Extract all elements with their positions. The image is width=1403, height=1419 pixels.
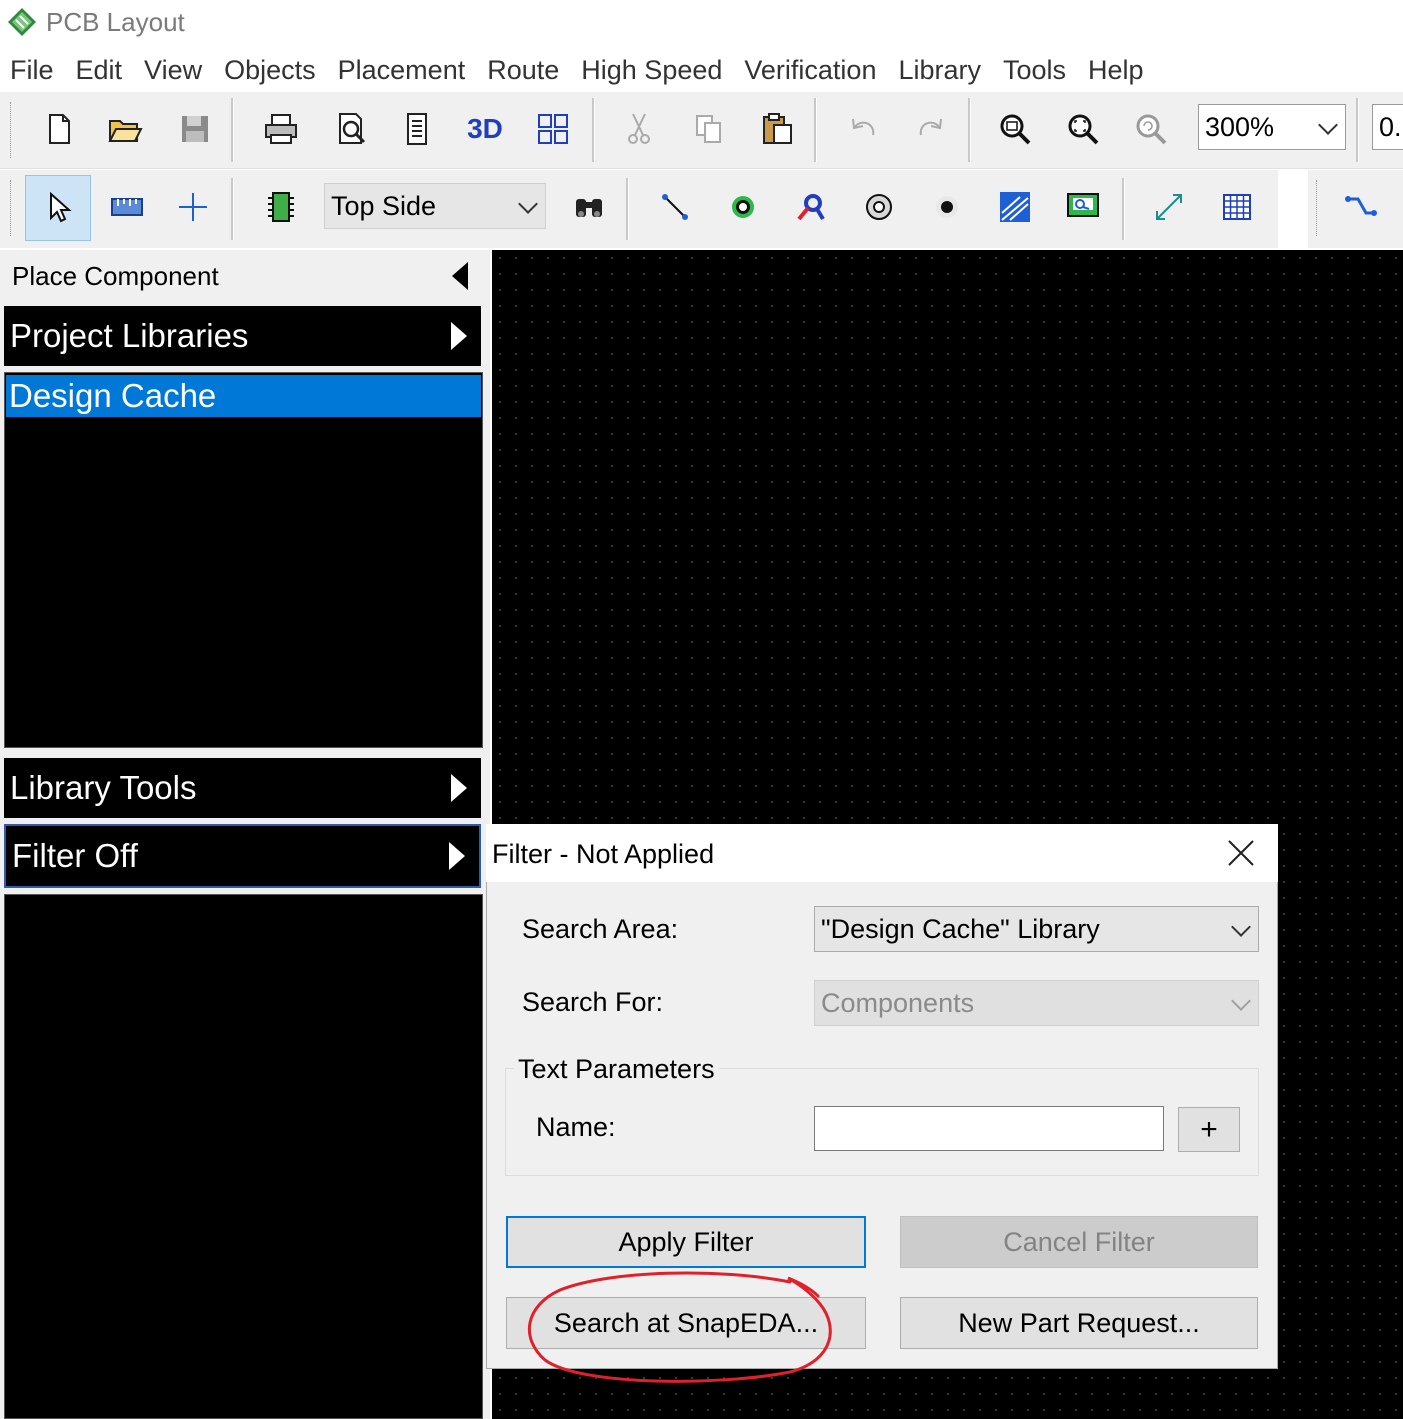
binoculars-icon[interactable] [564, 182, 614, 232]
expand-arrow-icon [451, 774, 467, 802]
coordinate-input[interactable]: 0. [1372, 104, 1403, 150]
expand-arrow-icon [449, 842, 465, 870]
search-area-label: Search Area: [522, 914, 679, 944]
expand-arrow-icon [451, 322, 467, 350]
component-list[interactable] [4, 894, 483, 1419]
coordinate-value: 0. [1379, 111, 1402, 142]
3d-label: 3D [467, 113, 503, 144]
window-title: PCB Layout [46, 7, 185, 37]
zoom-previous-icon[interactable] [1126, 104, 1176, 154]
dialog-title: Filter - Not Applied [492, 839, 715, 869]
library-tools-section[interactable]: Library Tools [4, 758, 481, 818]
menu-bar: File Edit View Objects Placement Route H… [0, 50, 1155, 90]
side-select[interactable]: Top Side [324, 183, 546, 229]
chevron-down-icon [1231, 917, 1251, 937]
toolbar-grip[interactable] [10, 180, 13, 236]
report-icon[interactable] [392, 104, 442, 154]
layout-grid-icon[interactable] [528, 104, 578, 154]
select-arrow-icon[interactable] [25, 175, 91, 241]
apply-filter-label: Apply Filter [618, 1226, 754, 1257]
filled-dot-icon[interactable] [922, 182, 972, 232]
menu-objects[interactable]: Objects [213, 50, 327, 90]
search-area-value: "Design Cache" Library [821, 913, 1100, 944]
zoom-level-value: 300% [1205, 111, 1275, 142]
menu-route[interactable]: Route [476, 50, 570, 90]
paste-icon[interactable] [752, 104, 802, 154]
cancel-filter-label: Cancel Filter [1003, 1226, 1155, 1257]
trace-icon[interactable] [650, 182, 700, 232]
save-icon[interactable] [170, 104, 220, 154]
table-grid-icon[interactable] [1212, 182, 1262, 232]
ring-icon[interactable] [854, 182, 904, 232]
menu-library[interactable]: Library [887, 50, 992, 90]
print-icon[interactable] [256, 104, 306, 154]
open-folder-icon[interactable] [100, 104, 150, 154]
text-parameters-label: Text Parameters [514, 1052, 719, 1086]
menu-high-speed[interactable]: High Speed [570, 50, 733, 90]
copper-pour-icon[interactable] [990, 182, 1040, 232]
copy-icon[interactable] [684, 104, 734, 154]
name-label: Name: [536, 1112, 616, 1142]
search-area-select[interactable]: "Design Cache" Library [814, 906, 1259, 952]
chevron-down-icon [1231, 991, 1251, 1011]
collapse-panel-icon[interactable] [452, 262, 468, 290]
component-chip-icon[interactable] [256, 182, 306, 232]
close-icon[interactable] [1222, 834, 1260, 872]
dimension-icon[interactable] [1144, 182, 1194, 232]
print-preview-icon[interactable] [326, 104, 376, 154]
name-input[interactable] [814, 1106, 1164, 1151]
main-toolbar: 3D 300% 0. [0, 92, 1403, 169]
zoom-level-select[interactable]: 300% [1198, 104, 1346, 150]
toolbar-grip[interactable] [1316, 180, 1319, 236]
cancel-filter-button: Cancel Filter [900, 1216, 1258, 1268]
zoom-in-icon[interactable] [990, 104, 1040, 154]
via-search-icon[interactable] [786, 182, 836, 232]
menu-edit[interactable]: Edit [65, 50, 134, 90]
filter-status-label: Filter Off [12, 837, 138, 874]
library-tools-label: Library Tools [10, 769, 197, 806]
chevron-down-icon [1318, 115, 1338, 135]
new-part-request-button[interactable]: New Part Request... [900, 1297, 1258, 1349]
toolbar-grip[interactable] [10, 102, 13, 158]
menu-verification[interactable]: Verification [733, 50, 887, 90]
library-list[interactable] [4, 372, 483, 748]
measure-ruler-icon[interactable] [102, 182, 152, 232]
pcb-layout-logo-icon [8, 8, 36, 36]
search-snapeda-label: Search at SnapEDA... [553, 1307, 819, 1338]
design-cache-item[interactable]: Design Cache [6, 375, 481, 417]
side-value: Top Side [331, 190, 437, 221]
redo-icon[interactable] [906, 104, 956, 154]
placement-toolbar: Top Side [0, 170, 1403, 248]
search-for-value: Components [821, 987, 975, 1018]
project-libraries-label: Project Libraries [10, 317, 249, 354]
menu-placement[interactable]: Placement [327, 50, 477, 90]
add-parameter-button[interactable]: + [1178, 1107, 1240, 1152]
board-outline-icon[interactable] [1058, 182, 1108, 232]
route-icon[interactable] [1336, 182, 1386, 232]
search-for-select: Components [814, 980, 1259, 1026]
undo-icon[interactable] [838, 104, 888, 154]
3d-view-icon[interactable]: 3D [460, 104, 510, 154]
new-part-request-label: New Part Request... [958, 1307, 1200, 1338]
title-bar [0, 0, 1403, 44]
menu-help[interactable]: Help [1077, 50, 1155, 90]
menu-tools[interactable]: Tools [992, 50, 1077, 90]
new-file-icon[interactable] [34, 104, 84, 154]
menu-view[interactable]: View [133, 50, 213, 90]
panel-title: Place Component [12, 261, 219, 291]
menu-file[interactable]: File [0, 50, 65, 90]
cut-icon[interactable] [614, 104, 664, 154]
zoom-fit-icon[interactable] [1058, 104, 1108, 154]
filter-section[interactable]: Filter Off [4, 824, 481, 888]
search-snapeda-button[interactable]: Search at SnapEDA... [506, 1297, 866, 1349]
search-for-label: Search For: [522, 987, 664, 1017]
pad-icon[interactable] [718, 182, 768, 232]
apply-filter-button[interactable]: Apply Filter [506, 1216, 866, 1268]
crosshair-icon[interactable] [168, 182, 218, 232]
project-libraries-section[interactable]: Project Libraries [4, 306, 481, 366]
chevron-down-icon [518, 194, 538, 214]
